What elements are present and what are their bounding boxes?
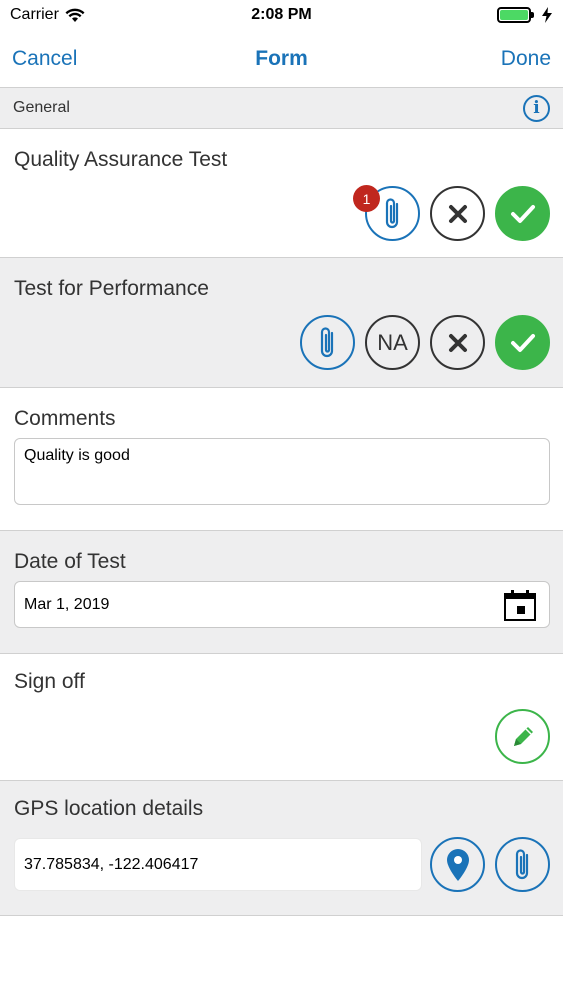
gps-coordinates-value: 37.785834, -122.406417 (24, 855, 199, 873)
attachment-button[interactable] (495, 837, 550, 892)
response-buttons: 1 (353, 185, 550, 241)
comments-textarea[interactable]: Quality is good (14, 438, 550, 505)
info-icon[interactable]: i (523, 94, 550, 122)
field-label: Test for Performance (14, 277, 209, 300)
field-label: Quality Assurance Test (14, 148, 228, 171)
pencil-icon (513, 726, 533, 746)
attachment-count-badge: 1 (353, 185, 380, 212)
calendar-icon[interactable] (503, 588, 537, 622)
checkmark-icon (510, 333, 535, 352)
battery-icon (497, 7, 534, 23)
close-icon (448, 204, 467, 223)
paperclip-icon (320, 326, 333, 357)
fail-button[interactable] (430, 186, 485, 241)
close-icon (448, 333, 467, 352)
paperclip-icon (515, 848, 528, 879)
signature-button[interactable] (495, 709, 550, 764)
nav-bar: Form Cancel Done (0, 30, 563, 88)
pass-button[interactable] (495, 315, 550, 370)
field-gps-location: GPS location details 37.785834, -122.406… (0, 781, 563, 916)
cancel-button[interactable]: Cancel (12, 47, 77, 71)
field-sign-off: Sign off (0, 654, 563, 781)
fail-button[interactable] (430, 315, 485, 370)
location-pin-icon (446, 848, 469, 881)
page-title: Form (255, 46, 308, 70)
signature-buttons (495, 709, 550, 764)
response-buttons: NA (300, 315, 550, 370)
date-value: Mar 1, 2019 (24, 595, 110, 613)
status-time: 2:08 PM (251, 6, 312, 23)
paperclip-icon (385, 197, 398, 228)
field-label: Sign off (14, 670, 85, 693)
status-bar: Carrier 2:08 PM (0, 0, 563, 30)
get-location-button[interactable] (430, 837, 485, 892)
field-date-of-test: Date of Test Mar 1, 2019 (0, 531, 563, 654)
attachment-button[interactable] (300, 315, 355, 370)
pass-button[interactable] (495, 186, 550, 241)
checkmark-icon (510, 204, 535, 223)
field-label: Date of Test (14, 550, 126, 573)
field-quality-assurance: Quality Assurance Test 1 (0, 129, 563, 258)
gps-coordinates-input[interactable]: 37.785834, -122.406417 (14, 838, 422, 891)
section-header: General i (0, 88, 563, 129)
field-performance-test: Test for Performance NA (0, 258, 563, 388)
na-label: NA (377, 329, 408, 355)
date-input[interactable]: Mar 1, 2019 (14, 581, 550, 628)
section-title: General (13, 99, 70, 116)
done-button[interactable]: Done (501, 47, 551, 71)
not-applicable-button[interactable]: NA (365, 315, 420, 370)
gps-buttons (430, 837, 550, 892)
field-label: Comments (14, 407, 116, 430)
attachment-button[interactable]: 1 (353, 185, 420, 241)
field-label: GPS location details (14, 797, 204, 820)
